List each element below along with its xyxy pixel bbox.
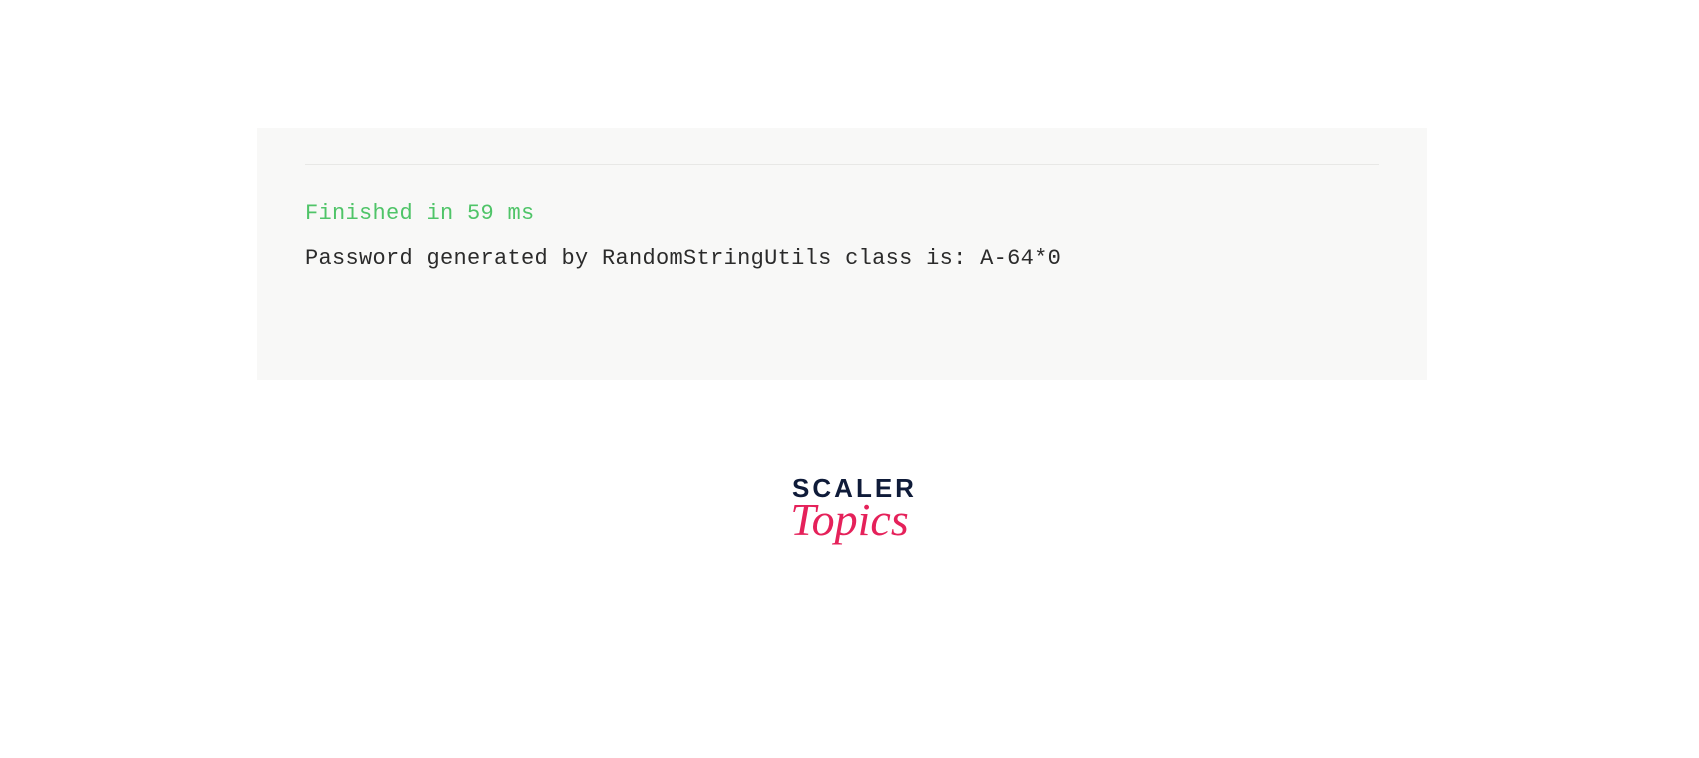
scaler-topics-logo: SCALER Topics [782,475,917,540]
console-output-panel: Finished in 59 ms Password generated by … [257,128,1427,380]
console-divider [305,164,1379,165]
console-output-line: Password generated by RandomStringUtils … [305,246,1379,271]
execution-status-line: Finished in 59 ms [305,201,1379,226]
logo-text-topics: Topics [782,499,917,540]
